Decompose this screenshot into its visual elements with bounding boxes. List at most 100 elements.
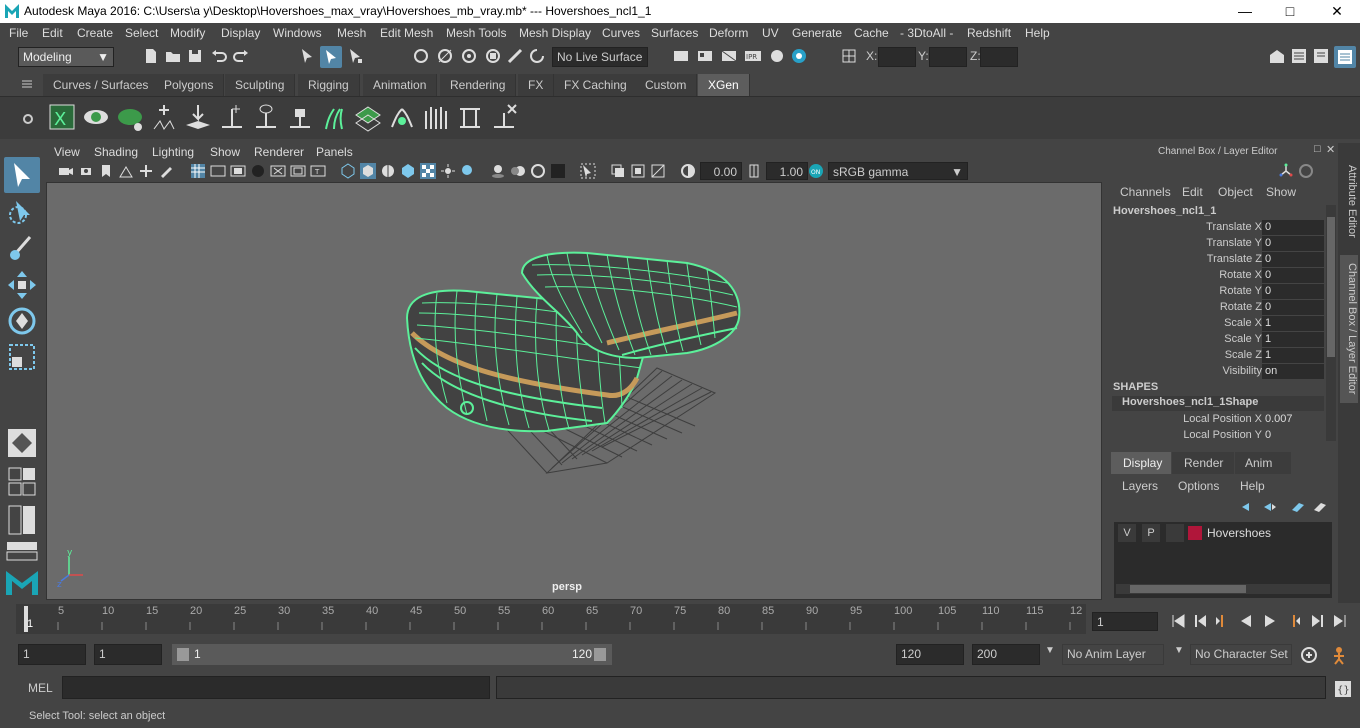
menu-file[interactable]: File [9, 26, 28, 40]
attr-value[interactable]: 0 [1262, 252, 1324, 267]
tab-custom[interactable]: Custom [635, 74, 698, 96]
le-menu-options[interactable]: Options [1178, 479, 1219, 493]
xgen-density-icon[interactable] [354, 101, 382, 133]
step-back-icon[interactable] [1214, 613, 1230, 629]
redo-icon[interactable] [232, 47, 250, 65]
isolate-select-icon[interactable] [580, 163, 596, 179]
channel-box-gizmo-icon[interactable] [1278, 163, 1294, 179]
shape-row[interactable]: Hovershoes_ncl1_1Shape [1112, 396, 1324, 411]
go-to-start-icon[interactable] [1170, 613, 1186, 629]
chevron-down-icon[interactable]: ▼ [1174, 645, 1184, 656]
cb-menu-object[interactable]: Object [1218, 185, 1253, 199]
menu-cache[interactable]: Cache [854, 26, 889, 40]
menu-create[interactable]: Create [77, 26, 113, 40]
attr-value[interactable]: 1 [1262, 316, 1324, 331]
y-field[interactable] [929, 47, 967, 67]
close-icon[interactable]: ✕ [1322, 2, 1352, 20]
vp-menu-shading[interactable]: Shading [94, 145, 138, 159]
shelf-menu-icon[interactable] [22, 78, 32, 88]
menu-edit[interactable]: Edit [42, 26, 63, 40]
vp-menu-panels[interactable]: Panels [316, 145, 353, 159]
channel-box-toggle[interactable] [1334, 46, 1356, 68]
shape-attr-row[interactable]: Local Position X 0.007 [1106, 412, 1338, 428]
xgen-mirror-icon[interactable] [388, 101, 416, 133]
resolution-gate-icon[interactable] [230, 163, 246, 179]
tab-curves-surfaces[interactable]: Curves / Surfaces [43, 74, 160, 96]
shadows-icon[interactable] [460, 163, 476, 179]
chevron-down-icon[interactable]: ▼ [1045, 645, 1055, 656]
default-material-icon[interactable] [380, 163, 396, 179]
tab-xgen[interactable]: XGen [698, 74, 750, 96]
layer-visibility-toggle[interactable]: V [1118, 524, 1136, 542]
tab-polygons[interactable]: Polygons [154, 74, 225, 96]
le-menu-help[interactable]: Help [1240, 479, 1265, 493]
attr-row[interactable]: Scale Y1 [1106, 332, 1338, 348]
attr-value[interactable]: 0 [1262, 284, 1324, 299]
menu-generate[interactable]: Generate [792, 26, 842, 40]
xgen-guide-tool-icon[interactable] [218, 101, 246, 133]
tab-rendering[interactable]: Rendering [440, 74, 517, 96]
attr-value[interactable]: 0 [1262, 236, 1324, 251]
gate-mask-icon[interactable] [250, 163, 266, 179]
new-layer-icon[interactable] [1240, 500, 1256, 514]
xgen-editor-icon[interactable]: X [48, 101, 76, 133]
undo-icon[interactable] [210, 47, 228, 65]
scene-end-field[interactable]: 200 [972, 644, 1040, 665]
xray-joints-icon[interactable] [650, 163, 666, 179]
select-hierarchy-icon[interactable] [298, 47, 316, 65]
mel-input[interactable] [62, 676, 490, 699]
2d-pan-zoom-icon[interactable] [138, 163, 154, 179]
move-layer-down-icon[interactable] [1312, 500, 1328, 514]
snap-view-plane-icon[interactable] [484, 47, 502, 65]
channel-box-scrollbar[interactable] [1326, 205, 1336, 441]
step-forward-key-icon[interactable] [1310, 613, 1326, 629]
attr-row[interactable]: Visibility on [1106, 364, 1338, 380]
attr-row[interactable]: Translate Y0 [1106, 236, 1338, 252]
attr-row[interactable]: Translate X0 [1106, 220, 1338, 236]
snap-live-icon[interactable] [506, 47, 524, 65]
attribute-editor-icon[interactable] [1290, 47, 1308, 65]
menu-modify[interactable]: Modify [170, 26, 205, 40]
xgen-cut-icon[interactable] [456, 101, 484, 133]
maximize-icon[interactable]: □ [1275, 2, 1305, 20]
tab-attribute-editor[interactable]: Attribute Editor [1340, 151, 1358, 251]
exposure-field[interactable]: 0.00 [700, 162, 742, 180]
shelf-settings-icon[interactable] [22, 113, 34, 125]
range-end-handle[interactable] [594, 648, 606, 661]
menu-mesh[interactable]: Mesh [337, 26, 366, 40]
attr-row[interactable]: Rotate X0 [1106, 268, 1338, 284]
xgen-groom-icon[interactable] [116, 101, 144, 133]
range-slider[interactable]: 1 120 [172, 644, 612, 665]
xgen-comb-icon[interactable] [422, 101, 450, 133]
rotate-tool-icon[interactable] [6, 305, 38, 337]
menu-3dtoall[interactable]: - 3DtoAll - [900, 26, 953, 40]
shaded-wireframe-icon[interactable] [400, 163, 416, 179]
animation-preferences-icon[interactable] [1328, 645, 1350, 665]
wireframe-icon[interactable] [340, 163, 356, 179]
tab-rigging[interactable]: Rigging [298, 74, 360, 96]
x-field[interactable] [878, 47, 916, 67]
tab-animation[interactable]: Animation [363, 74, 438, 96]
playback-end-field[interactable]: 120 [896, 644, 964, 665]
menu-redshift[interactable]: Redshift [967, 26, 1011, 40]
new-scene-icon[interactable] [142, 47, 160, 65]
layer-row[interactable]: V P Hovershoes [1114, 524, 1332, 542]
open-scene-icon[interactable] [164, 47, 182, 65]
xgen-select-guides-icon[interactable] [252, 101, 280, 133]
time-slider[interactable]: 1 5 10 15 20 25 30 35 40 45 50 55 60 65 … [16, 604, 1086, 634]
z-field[interactable] [980, 47, 1018, 67]
outliner-layout-icon[interactable] [8, 505, 36, 535]
select-tool-button[interactable] [4, 157, 40, 193]
snap-curve-icon[interactable] [436, 47, 454, 65]
lasso-tool-icon[interactable] [6, 197, 38, 229]
gamma-icon[interactable] [746, 163, 762, 179]
color-management-icon[interactable]: ON [808, 163, 824, 179]
layer-hscrollbar[interactable] [1116, 584, 1330, 594]
attr-value[interactable]: on [1262, 364, 1324, 379]
tab-channel-box-layer-editor[interactable]: Channel Box / Layer Editor [1340, 255, 1358, 403]
playback-start-field[interactable]: 1 [94, 644, 162, 665]
layer-display-type-toggle[interactable] [1166, 524, 1184, 542]
range-start-handle[interactable] [177, 648, 189, 661]
xgen-lock-guides-icon[interactable] [286, 101, 314, 133]
scrollbar-thumb[interactable] [1130, 585, 1246, 593]
